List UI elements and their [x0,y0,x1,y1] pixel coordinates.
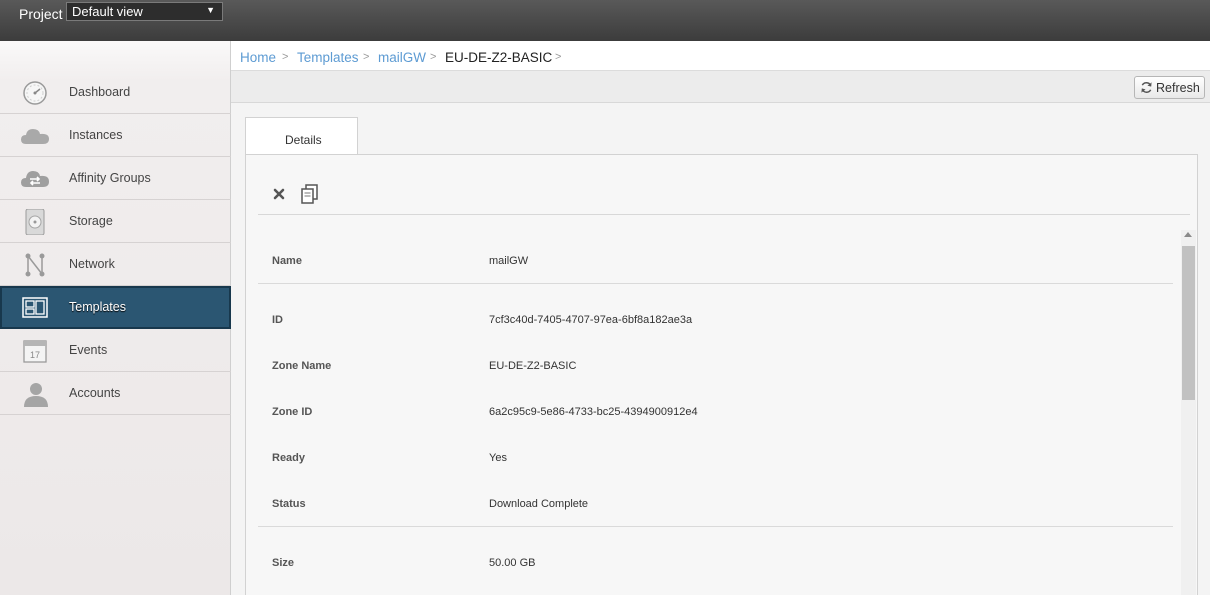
refresh-label: Refresh [1156,81,1200,95]
tab-details-label: Details [285,133,322,147]
sidebar-item-network[interactable]: Network [0,243,231,286]
sidebar-item-events[interactable]: 17 Events [0,329,231,372]
sidebar: Dashboard Instances Affinity Groups Stor… [0,41,231,595]
detail-label: Status [272,498,306,510]
detail-value: Download Complete [489,498,589,510]
sidebar-item-label: Storage [69,214,113,228]
breadcrumb-template-name[interactable]: mailGW [378,50,426,65]
dropdown-arrow-icon: ▼ [206,5,215,15]
breadcrumb-separator: > [363,51,370,63]
cloud-icon [21,129,49,144]
detail-label: ID [272,314,283,326]
detail-label: Size [272,557,295,569]
project-label: Project [19,6,63,22]
sidebar-item-label: Network [69,257,115,271]
calendar-icon: 17 [23,340,47,363]
detail-label: Ready [272,452,306,464]
detail-label: Name [272,255,302,267]
action-bar [258,155,1190,215]
breadcrumb-home[interactable]: Home [240,50,276,65]
delete-icon[interactable] [273,188,285,200]
dashboard-icon [23,81,47,105]
project-select-value: Default view [72,4,143,19]
divider [258,526,1173,527]
sidebar-item-label: Instances [69,128,123,142]
detail-value: 6a2c95c9-5e86-4733-bc25-4394900912e4 [489,406,698,418]
refresh-button[interactable]: Refresh [1134,76,1205,99]
project-select[interactable]: Default view ▼ [66,2,223,21]
refresh-icon [1141,82,1152,93]
sidebar-item-label: Templates [69,300,126,314]
top-bar: Project Default view ▼ [0,0,1210,41]
sidebar-item-label: Events [69,343,108,357]
detail-value: 7cf3c40d-7405-4707-97ea-6bf8a182ae3a [489,314,693,326]
calendar-day-number: 17 [30,350,40,360]
sidebar-item-label: Dashboard [69,85,131,99]
detail-value: Yes [489,452,507,464]
breadcrumb-templates[interactable]: Templates [297,50,359,65]
sidebar-item-label: Affinity Groups [69,171,151,185]
user-icon [24,383,48,407]
details-panel: Name mailGW ID 7cf3c40d-7405-4707-97ea-6… [245,154,1198,595]
detail-value: mailGW [489,255,529,267]
breadcrumb-zone: EU-DE-Z2-BASIC [445,50,553,65]
templates-icon [22,297,48,318]
breadcrumb-separator: > [430,51,437,63]
breadcrumb: Home > Templates > mailGW > EU-DE-Z2-BAS… [231,41,1210,71]
sidebar-item-dashboard[interactable]: Dashboard [0,71,231,114]
breadcrumb-separator: > [282,51,289,63]
detail-label: Zone Name [272,360,332,372]
scrollbar-thumb[interactable] [1182,246,1195,400]
breadcrumb-separator: > [555,51,562,63]
network-icon [25,253,45,277]
main-content: Details Name mailGW ID 7cf3c40d-7405-470… [231,103,1210,595]
sidebar-item-storage[interactable]: Storage [0,200,231,243]
sidebar-item-instances[interactable]: Instances [0,114,231,157]
copy-icon[interactable] [301,184,319,204]
detail-value: EU-DE-Z2-BASIC [489,360,577,372]
detail-label: Zone ID [272,406,313,418]
sidebar-item-label: Accounts [69,386,121,400]
toolbar: Refresh [231,71,1210,103]
detail-value: 50.00 GB [489,557,536,569]
scroll-up-arrow-icon[interactable] [1184,232,1192,237]
affinity-cloud-icon [21,171,49,187]
scrollbar[interactable] [1181,230,1196,595]
disk-icon [25,209,45,235]
tab-details[interactable]: Details [245,117,358,155]
sidebar-item-accounts[interactable]: Accounts [0,372,231,415]
sidebar-item-affinity-groups[interactable]: Affinity Groups [0,157,231,200]
divider [258,283,1173,284]
sidebar-item-templates[interactable]: Templates [0,286,231,329]
